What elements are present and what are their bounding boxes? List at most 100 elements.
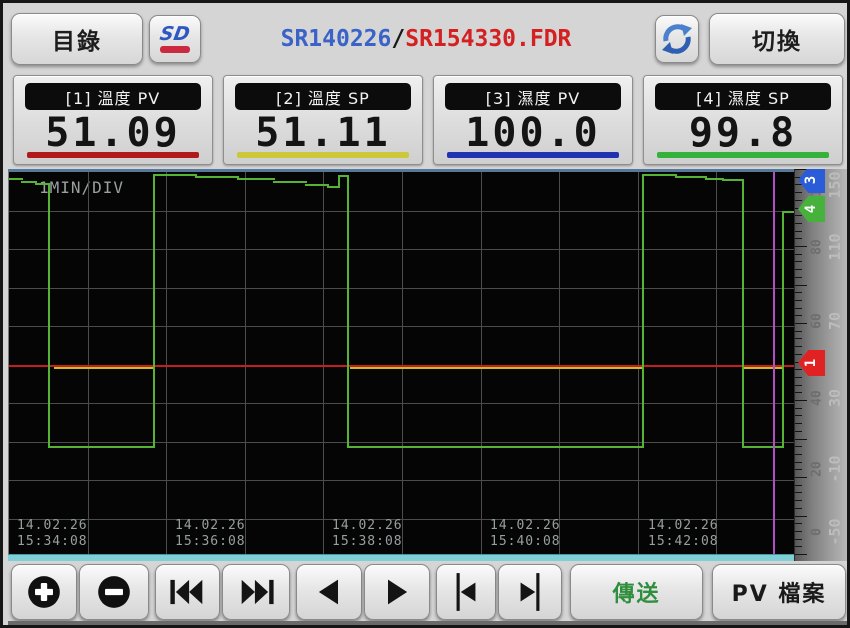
skip-start-icon <box>166 574 210 610</box>
ruler-tick <box>795 169 807 170</box>
ruler-tick <box>795 277 802 278</box>
pv-file-button-label: PV 檔案 <box>732 576 827 608</box>
ruler-tick <box>795 385 802 386</box>
time-per-division-label: 1MIN/DIV <box>39 178 124 197</box>
ruler-tick <box>795 400 807 401</box>
channel-panel-2: [2] 溫度 SP51.11 <box>223 75 423 165</box>
sync-icon <box>659 21 695 57</box>
trace-ch4-sp <box>48 446 155 448</box>
channel-label: [2] 溫度 SP <box>235 83 411 110</box>
ruler-tick <box>795 508 802 509</box>
step-right-button[interactable] <box>498 564 562 620</box>
timestamp-label: 14.02.26 15:40:08 <box>490 518 610 550</box>
ruler-tick <box>795 431 802 432</box>
grid-line-horizontal <box>9 211 795 212</box>
sd-card-icon: SD <box>160 25 190 53</box>
send-button[interactable]: 傳送 <box>570 564 703 620</box>
scroll-position-bar <box>8 554 794 561</box>
switch-button[interactable]: 切換 <box>709 13 845 65</box>
time-cursor-line <box>773 172 775 557</box>
sd-card-button[interactable]: SD <box>149 15 201 63</box>
trace-ch1-pv <box>9 365 795 367</box>
ruler-tick <box>795 446 802 447</box>
humidity-scale-label: 20 <box>810 461 825 477</box>
grid-line-horizontal <box>9 403 795 404</box>
channel-color-bar <box>237 152 409 158</box>
ruler-tick <box>795 308 802 309</box>
trace-ch4-sp <box>195 176 239 178</box>
trace-ch4-sp <box>642 174 677 176</box>
ruler-tick <box>795 523 802 524</box>
temperature-scale-label: 150 <box>826 171 844 198</box>
ruler-tick <box>795 238 802 239</box>
trace-ch4-sp <box>237 178 275 180</box>
humidity-scale-label: 0 <box>810 528 825 536</box>
channel-color-bar <box>657 152 829 158</box>
trace-ch4-sp <box>742 179 744 448</box>
ruler-tick <box>795 369 802 370</box>
menu-button[interactable]: 目錄 <box>11 13 143 65</box>
channel-3-position-marker: 3 <box>798 169 825 193</box>
ruler-tick <box>795 231 802 232</box>
ruler-tick <box>795 392 802 393</box>
step-right-icon <box>511 571 549 613</box>
channel-value: 100.0 <box>434 110 632 154</box>
humidity-scale-label: 60 <box>810 313 825 329</box>
timestamp-label: 14.02.26 15:42:08 <box>648 518 768 550</box>
pv-file-button[interactable]: PV 檔案 <box>712 564 846 620</box>
temperature-scale-label: 30 <box>826 389 844 407</box>
trace-ch4-sp <box>347 446 644 448</box>
ruler-tick <box>795 469 802 470</box>
trend-chart: 1MIN/DIV 14.02.26 15:34:08 14.02.26 15:36… <box>8 169 795 557</box>
channel-panel-3: [3] 濕度 PV100.0 <box>433 75 633 165</box>
ruler-tick <box>795 184 802 185</box>
source-file-name: SR140226 <box>281 26 392 52</box>
jump-end-button[interactable] <box>222 564 290 620</box>
ruler-tick <box>795 377 802 378</box>
ruler-tick <box>795 415 802 416</box>
pan-left-button[interactable] <box>296 564 362 620</box>
ruler-tick <box>795 338 802 339</box>
channel-value: 51.11 <box>224 110 422 154</box>
channel-panel-4: [4] 濕度 SP99.8 <box>643 75 843 165</box>
timestamp-label: 14.02.26 15:34:08 <box>17 518 137 550</box>
trace-ch4-sp <box>305 184 329 186</box>
grid-line-horizontal <box>9 326 795 327</box>
ruler-tick <box>795 408 802 409</box>
jump-start-button[interactable] <box>155 564 220 620</box>
ruler-tick <box>795 331 802 332</box>
trace-ch4-sp <box>153 174 197 176</box>
ruler-tick <box>795 454 802 455</box>
timestamp-label: 14.02.26 15:38:08 <box>332 518 452 550</box>
ruler-tick <box>795 531 802 532</box>
temperature-scale-label: 110 <box>826 233 844 260</box>
channel-1-position-marker: 1 <box>798 350 825 376</box>
toolbar-shadow <box>8 621 848 625</box>
trace-ch4-sp <box>9 178 23 180</box>
step-left-button[interactable] <box>436 564 496 620</box>
zoom-in-button[interactable] <box>11 564 77 620</box>
ruler-tick <box>795 477 807 478</box>
temperature-scale-label: -50 <box>826 518 844 545</box>
trace-ch4-sp <box>722 179 744 181</box>
ruler-tick <box>795 200 802 201</box>
arrow-right-icon <box>379 574 415 610</box>
arrow-left-icon <box>311 574 347 610</box>
ruler-tick <box>795 554 807 555</box>
ruler-tick <box>795 439 807 440</box>
trace-ch2-sp <box>350 367 644 369</box>
current-file-name: SR154330.FDR <box>405 26 571 52</box>
send-button-label: 傳送 <box>612 576 660 608</box>
refresh-button[interactable] <box>655 15 699 63</box>
file-title: SR140226 / SR154330.FDR <box>203 13 649 65</box>
ruler-tick <box>795 323 807 324</box>
channel-color-bar <box>447 152 619 158</box>
zoom-out-button[interactable] <box>79 564 149 620</box>
timestamp-label: 14.02.26 15:36:08 <box>175 518 295 550</box>
ruler-tick <box>795 462 802 463</box>
trace-ch2-sp <box>54 367 155 369</box>
ruler-tick <box>795 223 802 224</box>
channel-label: [4] 濕度 SP <box>655 83 831 110</box>
ruler-tick <box>795 254 802 255</box>
pan-right-button[interactable] <box>364 564 430 620</box>
